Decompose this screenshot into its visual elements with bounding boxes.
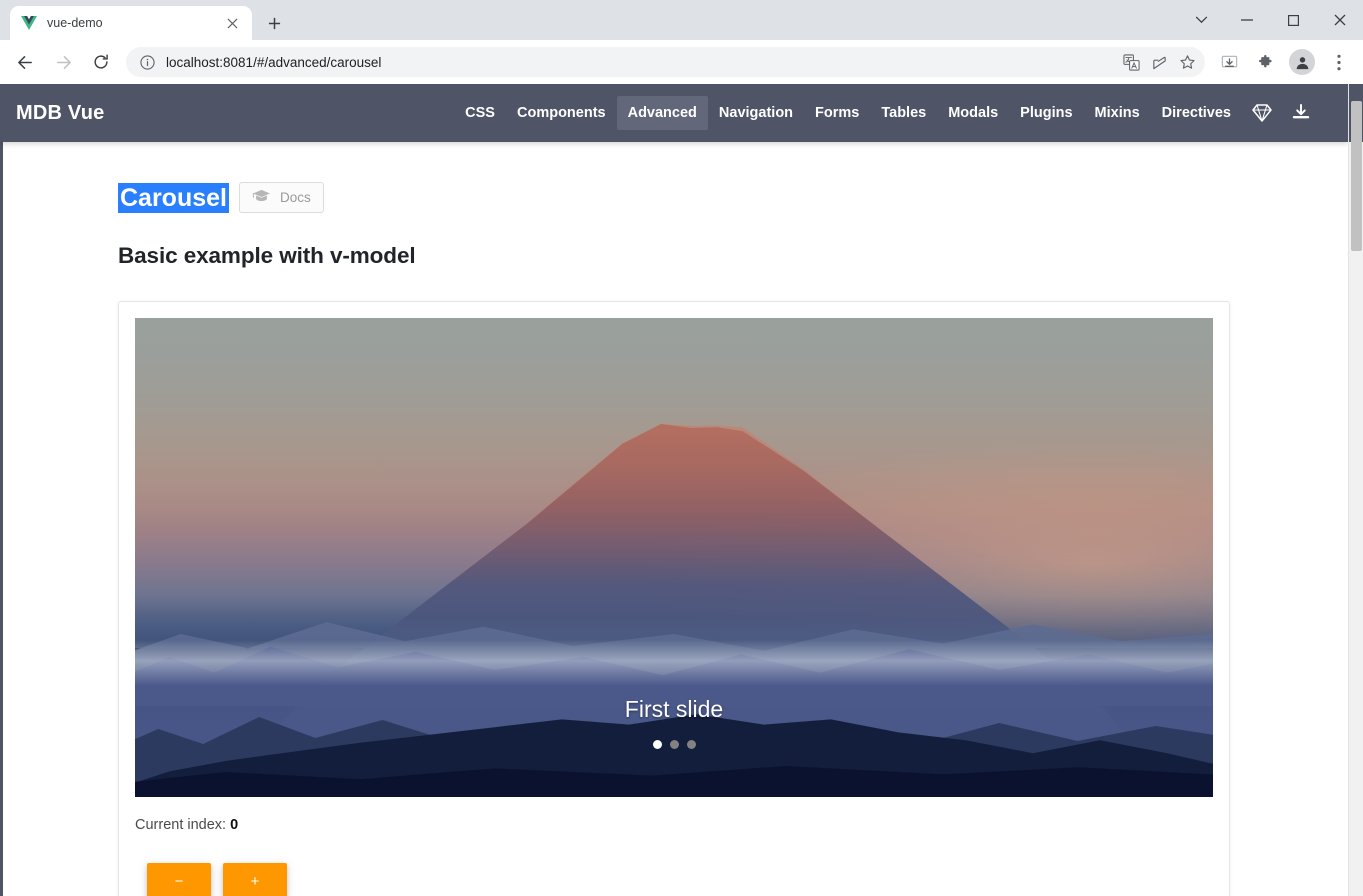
site-navbar: MDB Vue CSS Components Advanced Navigati… [0,84,1348,142]
tab-search-icon[interactable] [1178,0,1224,40]
carousel-slide-image [135,318,1213,797]
downloads-icon[interactable] [1214,47,1244,77]
docs-button-label: Docs [279,190,311,205]
site-nav-items: CSS Components Advanced Navigation Forms… [454,96,1320,130]
nav-item-tables[interactable]: Tables [870,96,937,130]
translate-icon[interactable] [1117,48,1145,76]
docs-button[interactable]: Docs [238,182,324,213]
current-index-row: Current index: 0 [135,817,1213,833]
page-header-row: Carousel Docs [118,182,1348,213]
nav-item-components[interactable]: Components [506,96,617,130]
carousel-caption: First slide [624,696,724,722]
nav-item-forms[interactable]: Forms [804,96,870,130]
current-index-label: Current index: [135,817,227,833]
new-tab-button[interactable] [260,9,288,37]
tab-close-icon[interactable] [222,13,242,33]
carousel-indicator-2[interactable] [686,740,696,749]
nav-item-directives[interactable]: Directives [1151,96,1242,130]
address-bar-url: localhost:8081/#/advanced/carousel [166,54,382,70]
tab-title: vue-demo [47,16,103,30]
carousel-indicator-1[interactable] [669,740,679,749]
bookmark-star-icon[interactable] [1173,48,1201,76]
web-page: MDB Vue CSS Components Advanced Navigati… [0,84,1348,896]
page-viewport: MDB Vue CSS Components Advanced Navigati… [0,84,1363,896]
section-title: Basic example with v-model [118,243,416,268]
browser-toolbar: localhost:8081/#/advanced/carousel [0,40,1363,84]
window-controls [1178,0,1363,40]
profile-avatar[interactable] [1289,49,1315,75]
chrome-menu-icon[interactable] [1324,47,1354,77]
decrement-button[interactable]: − [147,863,211,896]
back-arrow-icon[interactable] [9,46,41,78]
nav-item-mixins[interactable]: Mixins [1084,96,1151,130]
page-title: Carousel [118,182,229,213]
maximize-icon[interactable] [1270,0,1316,40]
nav-item-css[interactable]: CSS [454,96,506,130]
increment-button[interactable]: + [223,863,287,896]
browser-titlebar: vue-demo [0,0,1363,40]
window-close-icon[interactable] [1316,0,1363,40]
carousel-indicators [135,740,1213,749]
graduation-cap-icon [252,189,271,206]
download-icon[interactable] [1282,98,1320,128]
address-bar-actions [1117,48,1201,76]
info-circle-icon[interactable] [138,53,156,71]
nav-item-modals[interactable]: Modals [937,96,1009,130]
forward-arrow-icon [47,46,79,78]
gem-diamond-icon[interactable] [1242,98,1282,128]
cloud-mist-layer [135,640,1213,686]
site-brand[interactable]: MDB Vue [16,102,104,125]
extensions-puzzle-icon[interactable] [1250,47,1280,77]
address-bar[interactable]: localhost:8081/#/advanced/carousel [126,47,1205,77]
share-icon[interactable] [1145,48,1173,76]
page-content: Carousel Docs Basic example with v-model [0,142,1348,896]
minimize-icon[interactable] [1224,0,1270,40]
collapsed-sidebar[interactable] [0,142,3,896]
browser-tab[interactable]: vue-demo [10,6,252,40]
current-index-value: 0 [230,817,239,833]
carousel[interactable]: First slide [135,318,1213,797]
nav-item-plugins[interactable]: Plugins [1009,96,1083,130]
carousel-indicator-0[interactable] [652,740,662,749]
reload-icon[interactable] [85,46,117,78]
carousel-card: First slide Current index: 0 − + [118,301,1230,896]
toolbar-right-actions [1211,47,1357,77]
scrollbar-thumb[interactable] [1351,101,1362,251]
carousel-controls: − + [135,863,1213,896]
nav-item-navigation[interactable]: Navigation [708,96,804,130]
vue-logo-icon [20,14,38,32]
page-scrollbar[interactable] [1348,84,1363,896]
nav-item-advanced[interactable]: Advanced [616,96,708,130]
browser-window: vue-demo localhost:8081/#/advanced/carou… [0,0,1363,896]
